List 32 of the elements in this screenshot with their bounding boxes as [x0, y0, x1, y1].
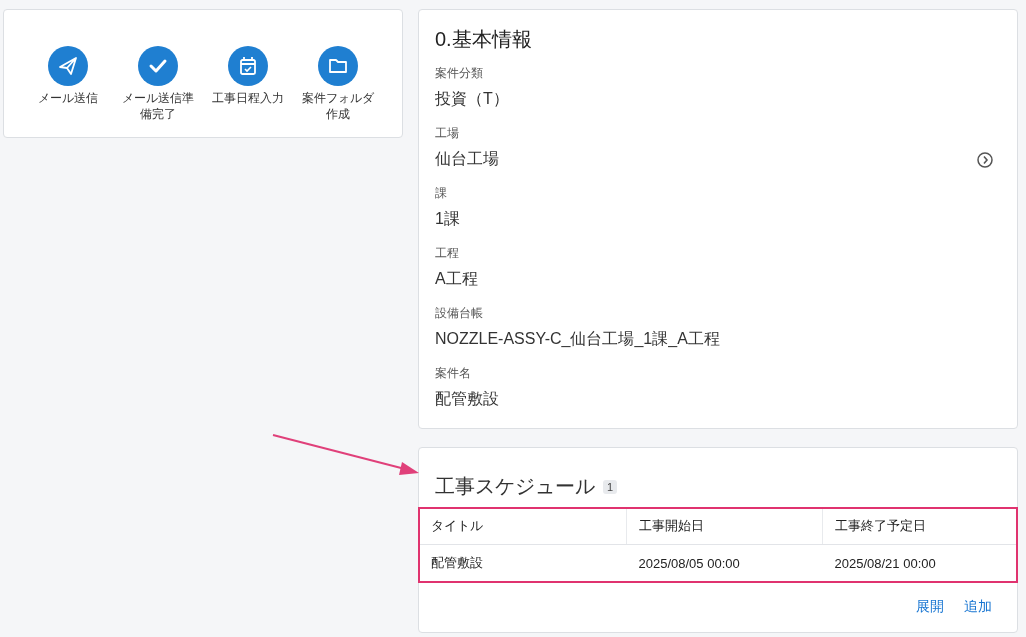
action-button[interactable]: 案件フォルダ作成 — [293, 46, 383, 122]
card-title: 0.基本情報 — [435, 27, 533, 52]
column-header: タイトル — [419, 508, 627, 545]
field-label: 設備台帳 — [435, 305, 484, 322]
field-value: 仙台工場 — [435, 149, 499, 169]
field-value: 配管敷設 — [435, 389, 499, 409]
checkmark-icon — [138, 46, 178, 86]
folder-icon — [318, 46, 358, 86]
table-cell: 配管敷設 — [419, 544, 627, 582]
action-link[interactable]: 展開 — [916, 598, 944, 616]
field-value: 投資（T） — [435, 89, 509, 109]
action-button[interactable]: 工事日程入力 — [203, 46, 293, 106]
calendar-check-icon — [228, 46, 268, 86]
column-header: 工事終了予定日 — [822, 508, 1017, 545]
table-cell: 2025/08/05 00:00 — [626, 544, 823, 582]
action-button[interactable]: メール送信準備完了 — [113, 46, 203, 122]
table-cell: 2025/08/21 00:00 — [822, 544, 1017, 582]
field-value: NOZZLE-ASSY-C_仙台工場_1課_A工程 — [435, 329, 720, 349]
field-label: 案件名 — [435, 365, 472, 382]
action-link[interactable]: 追加 — [964, 598, 992, 616]
field-value: A工程 — [435, 269, 478, 289]
paper-plane-icon — [48, 46, 88, 86]
field-label: 課 — [435, 185, 448, 202]
field-label: 工場 — [435, 125, 460, 142]
column-header: 工事開始日 — [626, 508, 823, 545]
field-label: 工程 — [435, 245, 460, 262]
field-value: 1課 — [435, 209, 460, 229]
count-badge: 1 — [603, 479, 618, 494]
chevron-circle-icon[interactable] — [977, 151, 993, 168]
card-title: 工事スケジュール — [435, 474, 595, 499]
action-button[interactable]: メール送信 — [23, 46, 113, 106]
field-label: 案件分類 — [435, 65, 484, 82]
